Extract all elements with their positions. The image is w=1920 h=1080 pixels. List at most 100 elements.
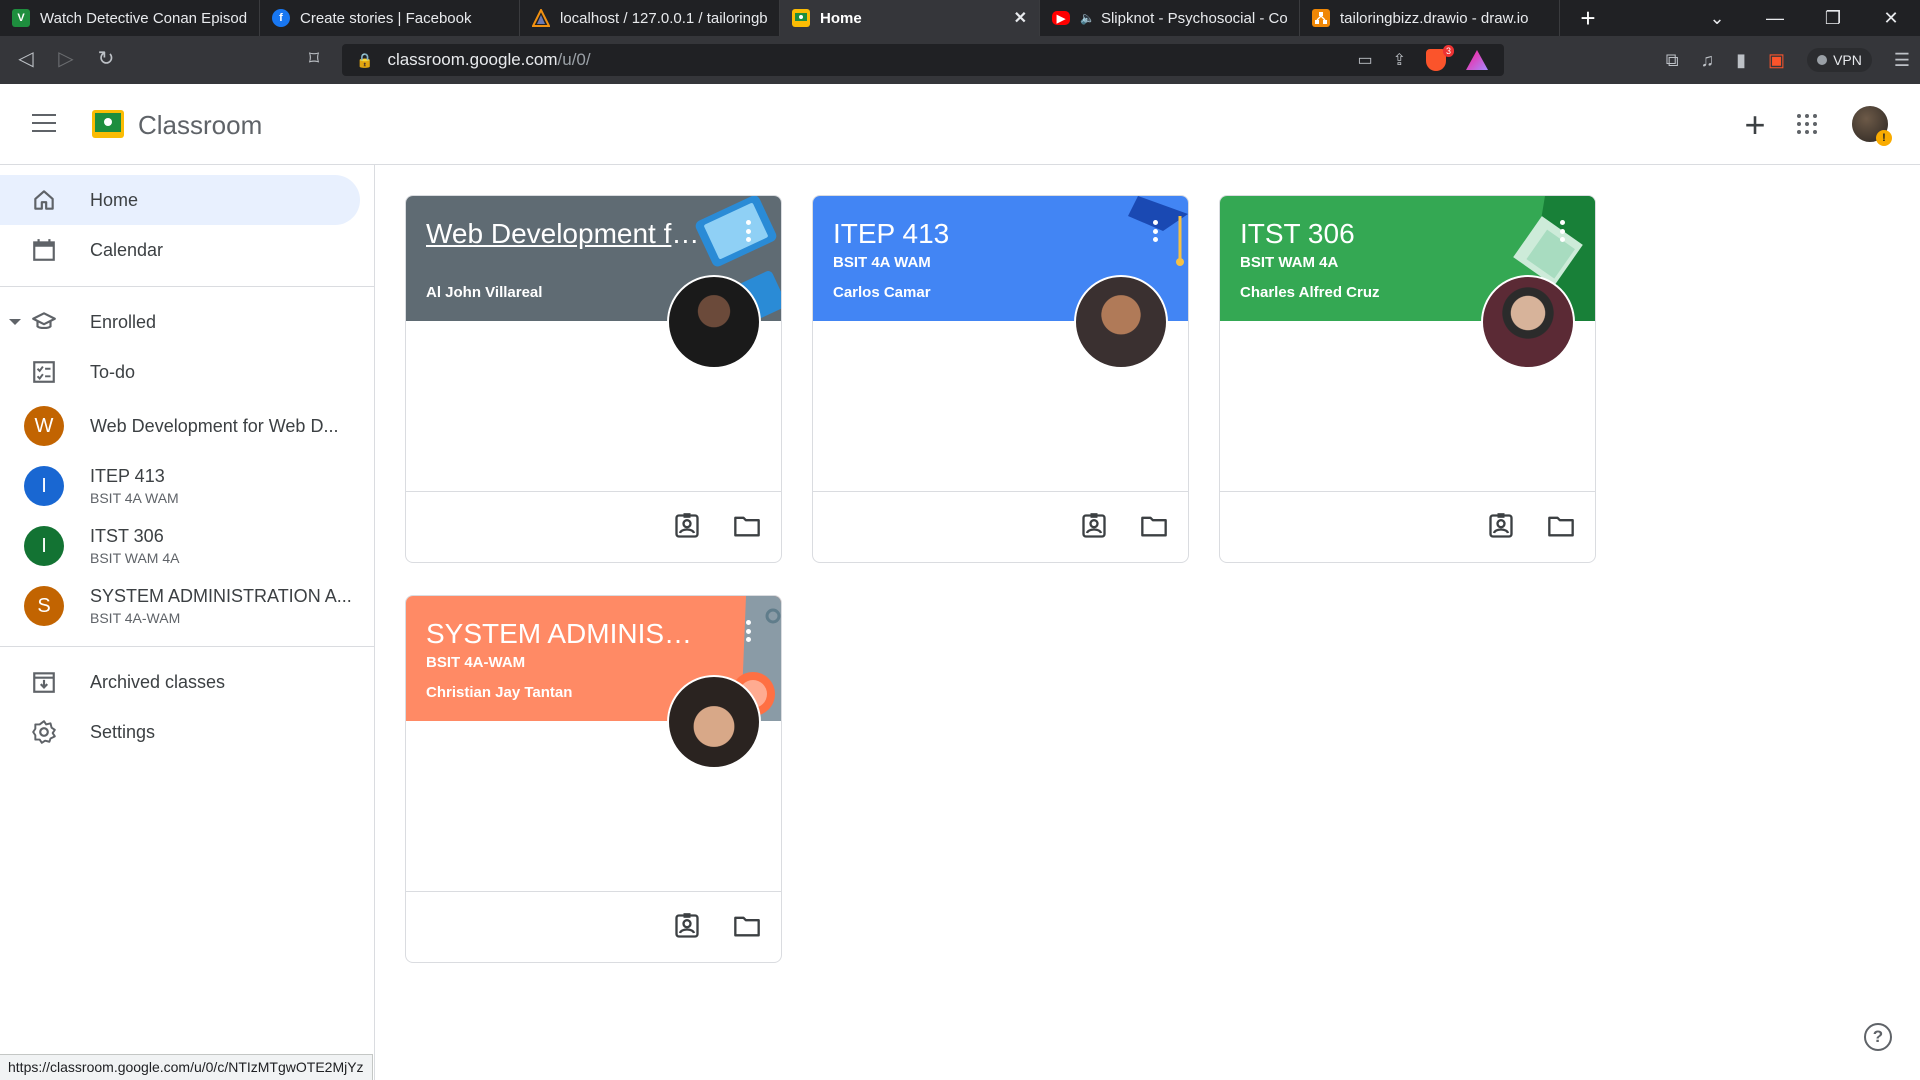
- classroom-logo-icon[interactable]: [92, 110, 124, 138]
- card-section: BSIT 4A WAM: [833, 254, 931, 271]
- back-icon[interactable]: ◁: [6, 46, 46, 71]
- reload-icon[interactable]: ↻: [86, 46, 126, 71]
- more-options-icon[interactable]: [745, 620, 751, 642]
- window-controls: ⌄ — ❐ ✕: [1688, 0, 1920, 36]
- card-footer: [406, 891, 781, 962]
- browser-tab[interactable]: tailoringbizz.drawio - draw.io: [1300, 0, 1560, 36]
- class-avatar: I: [24, 526, 64, 566]
- main-menu-icon[interactable]: [32, 114, 56, 132]
- brave-rewards-icon[interactable]: 1: [1466, 50, 1488, 70]
- cast-icon[interactable]: ▭: [1357, 50, 1372, 70]
- browser-tab[interactable]: localhost / 127.0.0.1 / tailoringbi: [520, 0, 780, 36]
- tab-list-chevron-icon[interactable]: ⌄: [1688, 8, 1746, 29]
- vpn-button[interactable]: VPN: [1807, 48, 1872, 72]
- share-icon[interactable]: ⇪: [1393, 50, 1406, 70]
- google-apps-icon[interactable]: [1797, 114, 1817, 134]
- browser-tab[interactable]: ▶ 🔈 Slipknot - Psychosocial - Col: [1040, 0, 1300, 36]
- tab-title: Slipknot - Psychosocial - Col: [1100, 9, 1287, 27]
- sidebar-class-item[interactable]: S SYSTEM ADMINISTRATION A... BSIT 4A-WAM: [0, 578, 360, 634]
- brave-shields-icon[interactable]: 3: [1426, 45, 1454, 71]
- assignment-icon[interactable]: [673, 512, 701, 540]
- card-title[interactable]: ITST 306: [1240, 218, 1520, 250]
- sidebar-item-calendar[interactable]: Calendar: [0, 225, 360, 275]
- sidebar-toggle-icon[interactable]: ▮: [1736, 50, 1746, 71]
- tab-title: localhost / 127.0.0.1 / tailoringbi: [560, 9, 767, 27]
- account-avatar[interactable]: !: [1850, 104, 1892, 146]
- class-name: Web Development for Web D...: [90, 415, 339, 436]
- browser-toolbar: ◁ ▷ ↻ ⌑ 🔒 classroom.google.com/u/0/ ▭ ⇪ …: [0, 36, 1920, 84]
- phpmyadmin-icon: [532, 9, 550, 27]
- sidebar-item-label: Home: [90, 189, 139, 210]
- bookmark-icon[interactable]: ⌑: [294, 46, 334, 71]
- lock-icon[interactable]: 🔒: [356, 52, 373, 69]
- more-options-icon[interactable]: [1559, 220, 1565, 242]
- sidebar-class-item[interactable]: W Web Development for Web D...: [0, 398, 360, 454]
- class-section: BSIT 4A-WAM: [90, 610, 181, 626]
- card-teacher: Christian Jay Tantan: [426, 684, 573, 701]
- gear-icon: [31, 719, 57, 745]
- card-title[interactable]: SYSTEM ADMINISTRA...: [426, 618, 706, 650]
- browser-tab-active[interactable]: Home ✕: [780, 0, 1040, 36]
- sidebar-item-settings[interactable]: Settings: [0, 707, 360, 757]
- class-card[interactable]: SYSTEM ADMINISTRA... BSIT 4A-WAM Christi…: [405, 595, 782, 963]
- folder-icon[interactable]: [733, 912, 761, 940]
- sidebar-class-item[interactable]: I ITST 306 BSIT WAM 4A: [0, 518, 360, 574]
- sidebar-item-home[interactable]: Home: [0, 175, 360, 225]
- card-title[interactable]: Web Development fo...: [426, 218, 706, 250]
- forward-icon[interactable]: ▷: [46, 46, 86, 71]
- minimize-icon[interactable]: —: [1746, 8, 1804, 29]
- sidebar-divider: [0, 646, 375, 647]
- sidebar-item-enrolled[interactable]: Enrolled: [0, 297, 360, 347]
- close-window-icon[interactable]: ✕: [1862, 8, 1920, 29]
- assignment-icon[interactable]: [673, 912, 701, 940]
- more-options-icon[interactable]: [745, 220, 751, 242]
- wallet-icon[interactable]: ▣: [1768, 50, 1785, 71]
- create-join-class-icon[interactable]: +: [1737, 104, 1773, 146]
- app-title[interactable]: Classroom: [138, 110, 262, 141]
- class-card[interactable]: ITEP 413 BSIT 4A WAM Carlos Camar: [812, 195, 1189, 563]
- sidebar-item-archived[interactable]: Archived classes: [0, 657, 360, 707]
- class-card[interactable]: Web Development fo... Al John Villareal: [405, 195, 782, 563]
- sidebar-item-label: Calendar: [90, 239, 164, 260]
- sidebar-item-label: To-do: [90, 361, 136, 382]
- sidebar-item-label: Enrolled: [90, 311, 157, 332]
- assignment-icon[interactable]: [1487, 512, 1515, 540]
- browser-tab[interactable]: f Create stories | Facebook: [260, 0, 520, 36]
- app-header: Classroom + !: [0, 84, 1920, 165]
- sidebar-item-label: Settings: [90, 721, 156, 742]
- class-card[interactable]: ITST 306 BSIT WAM 4A Charles Alfred Cruz: [1219, 195, 1596, 563]
- class-name: ITEP 413: [90, 466, 165, 486]
- sidebar-item-todo[interactable]: To-do: [0, 347, 360, 397]
- card-footer: [813, 491, 1188, 562]
- sidebar-divider: [0, 286, 375, 287]
- class-avatar: S: [24, 586, 64, 626]
- caret-down-icon[interactable]: [9, 319, 21, 325]
- extensions-icon[interactable]: ⧉: [1666, 50, 1679, 71]
- address-bar[interactable]: 🔒 classroom.google.com/u/0/ ▭ ⇪ 3 1: [342, 44, 1504, 76]
- more-options-icon[interactable]: [1152, 220, 1158, 242]
- shield-v-icon: V: [12, 9, 30, 27]
- teacher-photo: [667, 675, 761, 769]
- browser-menu-icon[interactable]: ☰: [1894, 50, 1910, 71]
- browser-tab[interactable]: V Watch Detective Conan Episode: [0, 0, 260, 36]
- card-teacher: Charles Alfred Cruz: [1240, 284, 1380, 301]
- card-title[interactable]: ITEP 413: [833, 218, 1113, 250]
- media-icon[interactable]: ♫: [1701, 50, 1715, 71]
- assignment-icon[interactable]: [1080, 512, 1108, 540]
- teacher-photo: [1074, 275, 1168, 369]
- new-tab-button[interactable]: +: [1560, 0, 1616, 36]
- speaker-icon[interactable]: 🔈: [1080, 11, 1095, 25]
- folder-icon[interactable]: [733, 512, 761, 540]
- sidebar-class-item[interactable]: I ITEP 413 BSIT 4A WAM: [0, 458, 360, 514]
- card-teacher: Carlos Camar: [833, 284, 931, 301]
- todo-checklist-icon: [31, 359, 57, 385]
- folder-icon[interactable]: [1547, 512, 1575, 540]
- home-icon: [31, 187, 57, 213]
- vpn-status-icon: [1817, 55, 1828, 65]
- close-tab-icon[interactable]: ✕: [1014, 8, 1027, 28]
- folder-icon[interactable]: [1140, 512, 1168, 540]
- warning-icon: !: [1876, 130, 1892, 146]
- restore-icon[interactable]: ❐: [1804, 8, 1862, 29]
- archive-icon: [31, 669, 57, 695]
- help-icon[interactable]: ?: [1864, 1023, 1892, 1051]
